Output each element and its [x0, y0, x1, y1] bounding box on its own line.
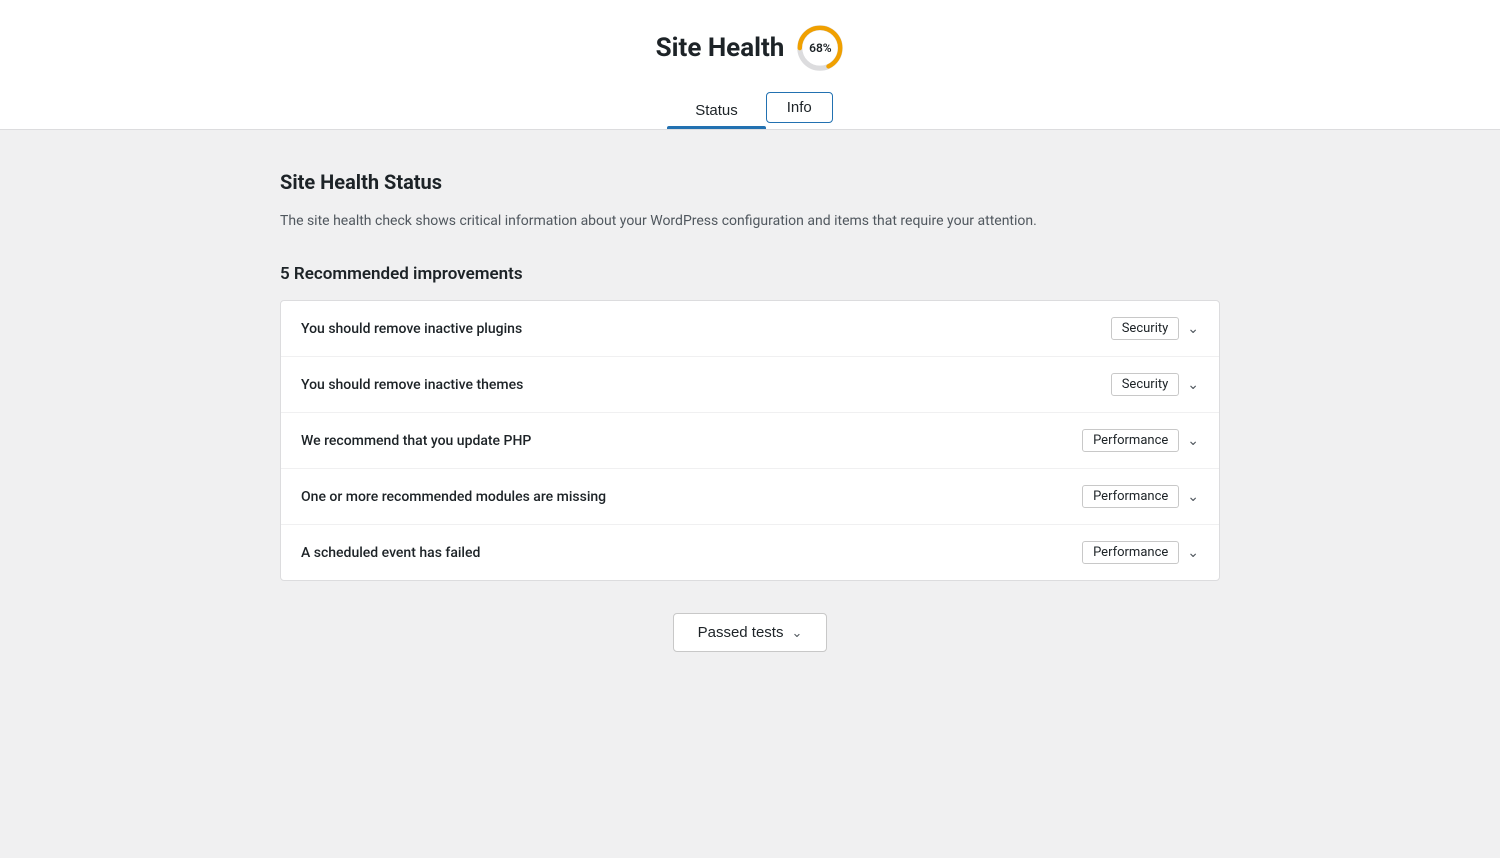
passed-tests-button[interactable]: Passed tests ⌄	[673, 613, 828, 652]
chevron-down-icon-3: ⌄	[1187, 433, 1199, 449]
passed-tests-wrapper: Passed tests ⌄	[280, 613, 1220, 652]
issue-label-inactive-plugins: You should remove inactive plugins	[301, 321, 522, 337]
issue-right-inactive-themes: Security ⌄	[1111, 373, 1199, 396]
section-title: Site Health Status	[280, 170, 1220, 194]
tab-status[interactable]: Status	[667, 92, 766, 129]
title-row: Site Health 68%	[656, 24, 845, 72]
improvements-heading: 5 Recommended improvements	[280, 264, 1220, 284]
issue-label-scheduled-event: A scheduled event has failed	[301, 545, 480, 561]
header: Site Health 68% Status Info	[0, 0, 1500, 130]
issue-row-inactive-themes[interactable]: You should remove inactive themes Securi…	[281, 357, 1219, 413]
issue-right-missing-modules: Performance ⌄	[1082, 485, 1199, 508]
section-description: The site health check shows critical inf…	[280, 210, 1220, 232]
issue-row-inactive-plugins[interactable]: You should remove inactive plugins Secur…	[281, 301, 1219, 357]
progress-ring: 68%	[796, 24, 844, 72]
chevron-down-icon-4: ⌄	[1187, 489, 1199, 505]
tab-info[interactable]: Info	[766, 92, 833, 123]
badge-security-1: Security	[1111, 317, 1180, 340]
issue-row-update-php[interactable]: We recommend that you update PHP Perform…	[281, 413, 1219, 469]
badge-security-2: Security	[1111, 373, 1180, 396]
main-content: Site Health Status The site health check…	[260, 130, 1240, 692]
issue-right-scheduled-event: Performance ⌄	[1082, 541, 1199, 564]
issue-list: You should remove inactive plugins Secur…	[280, 300, 1220, 581]
chevron-down-icon-1: ⌄	[1187, 321, 1199, 337]
issue-row-missing-modules[interactable]: One or more recommended modules are miss…	[281, 469, 1219, 525]
tabs: Status Info	[667, 92, 833, 129]
chevron-down-icon-2: ⌄	[1187, 377, 1199, 393]
issue-right-inactive-plugins: Security ⌄	[1111, 317, 1199, 340]
issue-label-missing-modules: One or more recommended modules are miss…	[301, 489, 606, 505]
page-title: Site Health	[656, 33, 785, 63]
issue-label-inactive-themes: You should remove inactive themes	[301, 377, 523, 393]
issue-right-update-php: Performance ⌄	[1082, 429, 1199, 452]
badge-performance-2: Performance	[1082, 485, 1179, 508]
passed-tests-label: Passed tests	[698, 624, 784, 641]
chevron-down-icon-5: ⌄	[1187, 545, 1199, 561]
badge-performance-3: Performance	[1082, 541, 1179, 564]
issue-row-scheduled-event[interactable]: A scheduled event has failed Performance…	[281, 525, 1219, 580]
issue-label-update-php: We recommend that you update PHP	[301, 433, 531, 449]
chevron-down-icon-passed: ⌄	[791, 625, 802, 641]
progress-label: 68%	[809, 41, 832, 55]
badge-performance-1: Performance	[1082, 429, 1179, 452]
